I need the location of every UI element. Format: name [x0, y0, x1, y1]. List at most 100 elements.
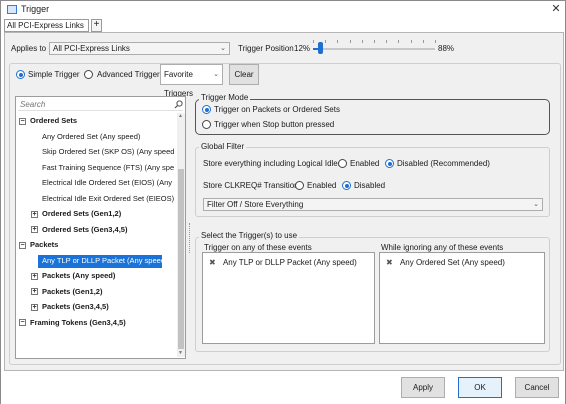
trigger-on-header: Trigger on any of these events	[204, 243, 312, 252]
search-icon[interactable]	[174, 100, 183, 109]
trigger-on-list[interactable]: ✖ Any TLP or DLLP Packet (Any speed)	[202, 252, 375, 344]
trigger-position-label: Trigger Position	[238, 44, 294, 53]
scrollbar-thumb[interactable]	[178, 169, 184, 349]
tab-all-pci-express-links[interactable]: All PCI-Express Links	[4, 19, 89, 32]
logical-idles-label: Store everything including Logical Idles	[203, 159, 342, 168]
trigger-on-item: Any TLP or DLLP Packet (Any speed)	[222, 258, 357, 267]
filter-value: Filter Off / Store Everything	[207, 200, 304, 209]
trigger-position-slider[interactable]	[313, 40, 436, 54]
trigger-dialog: Trigger ✕ All PCI-Express Links + Applie…	[0, 0, 566, 404]
add-tab-button[interactable]: +	[91, 19, 102, 32]
chevron-down-icon: ⌄	[533, 201, 539, 208]
ignore-header: While ignoring any of these events	[381, 243, 504, 252]
trigger-on-packets-label[interactable]: Trigger on Packets or Ordered Sets	[214, 105, 340, 114]
tree-item[interactable]: + Packets (Gen1,2)	[18, 286, 174, 298]
list-item[interactable]: ✖ Any TLP or DLLP Packet (Any speed)	[209, 258, 357, 267]
tree-item[interactable]: + Packets (Any speed)	[18, 270, 174, 282]
slider-tick	[337, 40, 339, 43]
expand-icon[interactable]: +	[31, 272, 38, 280]
tree-item-label: Ordered Sets	[30, 116, 78, 125]
clkreq-label: Store CLKREQ# Transitions	[203, 181, 303, 190]
global-filter-title: Global Filter	[199, 142, 247, 151]
scroll-down-icon[interactable]: ▼	[178, 350, 183, 356]
chevron-down-icon: ⌄	[220, 45, 226, 52]
expand-icon[interactable]: +	[31, 226, 38, 233]
expand-icon[interactable]: +	[31, 303, 38, 311]
applies-to-value: All PCI-Express Links	[53, 44, 130, 53]
title-bar: Trigger ✕	[1, 1, 565, 17]
tree-item-label: Any TLP or DLLP Packet (Any speed)	[38, 254, 168, 268]
tree-item[interactable]: + Packets (Gen3,4,5)	[18, 301, 174, 313]
slider-thumb[interactable]	[318, 42, 324, 54]
tab-content: Applies to All PCI-Express Links ⌄ Trigg…	[4, 32, 564, 371]
slider-tick	[325, 40, 327, 43]
clkreq-disabled-label[interactable]: Disabled	[354, 181, 385, 190]
favorite-triggers-dropdown[interactable]: Favorite Triggers ⌄	[160, 64, 223, 98]
collapse-icon[interactable]: −	[19, 241, 26, 249]
clkreq-enabled-label[interactable]: Enabled	[307, 181, 336, 190]
tree-item[interactable]: Any Ordered Set (Any speed)	[18, 131, 174, 143]
clear-button[interactable]: Clear	[229, 64, 259, 85]
logical-idles-disabled-label[interactable]: Disabled (Recommended)	[397, 159, 490, 168]
logical-idles-enabled-label[interactable]: Enabled	[350, 159, 379, 168]
trigger-mode-title: Trigger Mode	[199, 93, 251, 102]
clkreq-enabled-radio[interactable]	[295, 181, 304, 190]
advanced-trigger-radio[interactable]	[84, 70, 93, 79]
expand-icon[interactable]: +	[31, 210, 38, 218]
logical-idles-enabled-radio[interactable]	[338, 159, 347, 168]
search-input[interactable]	[20, 99, 170, 110]
simple-trigger-label[interactable]: Simple Trigger	[28, 70, 80, 79]
tree-item[interactable]: Electrical Idle Exit Ordered Set (EIEOS)…	[18, 193, 174, 205]
expand-icon[interactable]: +	[31, 288, 38, 295]
tree-item-label: Any Ordered Set (Any speed)	[42, 131, 141, 141]
trigger-position-min: 12%	[294, 44, 311, 53]
chevron-down-icon: ⌄	[213, 71, 219, 78]
trigger-on-stop-label[interactable]: Trigger when Stop button pressed	[214, 120, 334, 129]
splitter-grip[interactable]	[189, 223, 191, 253]
list-item[interactable]: ✖ Any Ordered Set (Any speed)	[386, 258, 505, 267]
tree-item[interactable]: − Packets	[18, 239, 174, 251]
slider-track	[313, 48, 435, 50]
tree-item-label: Ordered Sets (Gen3,4,5)	[42, 224, 128, 234]
slider-tick	[410, 40, 412, 43]
advanced-trigger-label[interactable]: Advanced Trigger	[97, 70, 160, 79]
tree-item[interactable]: − Ordered Sets	[18, 115, 174, 127]
tree-item[interactable]: Skip Ordered Set (SKP OS) (Any speed)	[18, 146, 174, 158]
tree-item-label: Framing Tokens (Gen3,4,5)	[30, 317, 126, 327]
remove-icon[interactable]: ✖	[386, 258, 393, 267]
tree-item[interactable]: Any TLP or DLLP Packet (Any speed)	[18, 254, 174, 268]
tree-item-label: Packets (Any speed)	[42, 271, 116, 280]
tree-item-label: Skip Ordered Set (SKP OS) (Any speed)	[42, 147, 174, 156]
tree-item[interactable]: + Ordered Sets (Gen3,4,5)	[18, 224, 174, 236]
tree-item[interactable]: Electrical Idle Ordered Set (EIOS) (Any …	[18, 177, 174, 189]
filter-dropdown[interactable]: Filter Off / Store Everything ⌄	[203, 198, 543, 211]
trigger-on-packets-radio[interactable]	[202, 105, 211, 114]
ignore-list[interactable]: ✖ Any Ordered Set (Any speed)	[379, 252, 545, 344]
tree-item[interactable]: Fast Training Sequence (FTS) (Any speed)	[18, 162, 174, 174]
tree-item-label: Ordered Sets (Gen1,2)	[42, 209, 122, 218]
event-tree-panel: −Ordered SetsAny Ordered Set (Any speed)…	[15, 96, 186, 359]
slider-tick	[422, 40, 424, 43]
slider-tick	[374, 40, 375, 43]
close-icon[interactable]: ✕	[549, 2, 563, 16]
scroll-up-icon[interactable]: ▲	[178, 113, 183, 119]
ok-button[interactable]: OK	[458, 377, 502, 398]
simple-trigger-radio[interactable]	[16, 70, 25, 79]
cancel-button[interactable]: Cancel	[515, 377, 559, 398]
tree-item-label: Electrical Idle Ordered Set (EIOS) (Any …	[42, 178, 174, 187]
window-title: Trigger	[21, 4, 50, 14]
collapse-icon[interactable]: −	[19, 117, 26, 125]
tree-scrollbar[interactable]: ▲ ▼	[177, 113, 185, 357]
tree-item[interactable]: − Framing Tokens (Gen3,4,5)	[18, 317, 174, 329]
tree-item-label: Packets (Gen1,2)	[42, 286, 103, 296]
remove-icon[interactable]: ✖	[209, 258, 216, 267]
trigger-on-stop-radio[interactable]	[202, 120, 211, 129]
apply-button[interactable]: Apply	[401, 377, 445, 398]
tree-item[interactable]: + Ordered Sets (Gen1,2)	[18, 208, 174, 220]
event-tree: − Ordered Sets Any Ordered Set (Any speed)…	[18, 115, 174, 355]
collapse-icon[interactable]: −	[19, 319, 26, 326]
clkreq-disabled-radio[interactable]	[342, 181, 351, 190]
search-box[interactable]	[18, 99, 183, 111]
logical-idles-disabled-radio[interactable]	[385, 159, 394, 168]
applies-to-dropdown[interactable]: All PCI-Express Links ⌄	[49, 42, 230, 55]
